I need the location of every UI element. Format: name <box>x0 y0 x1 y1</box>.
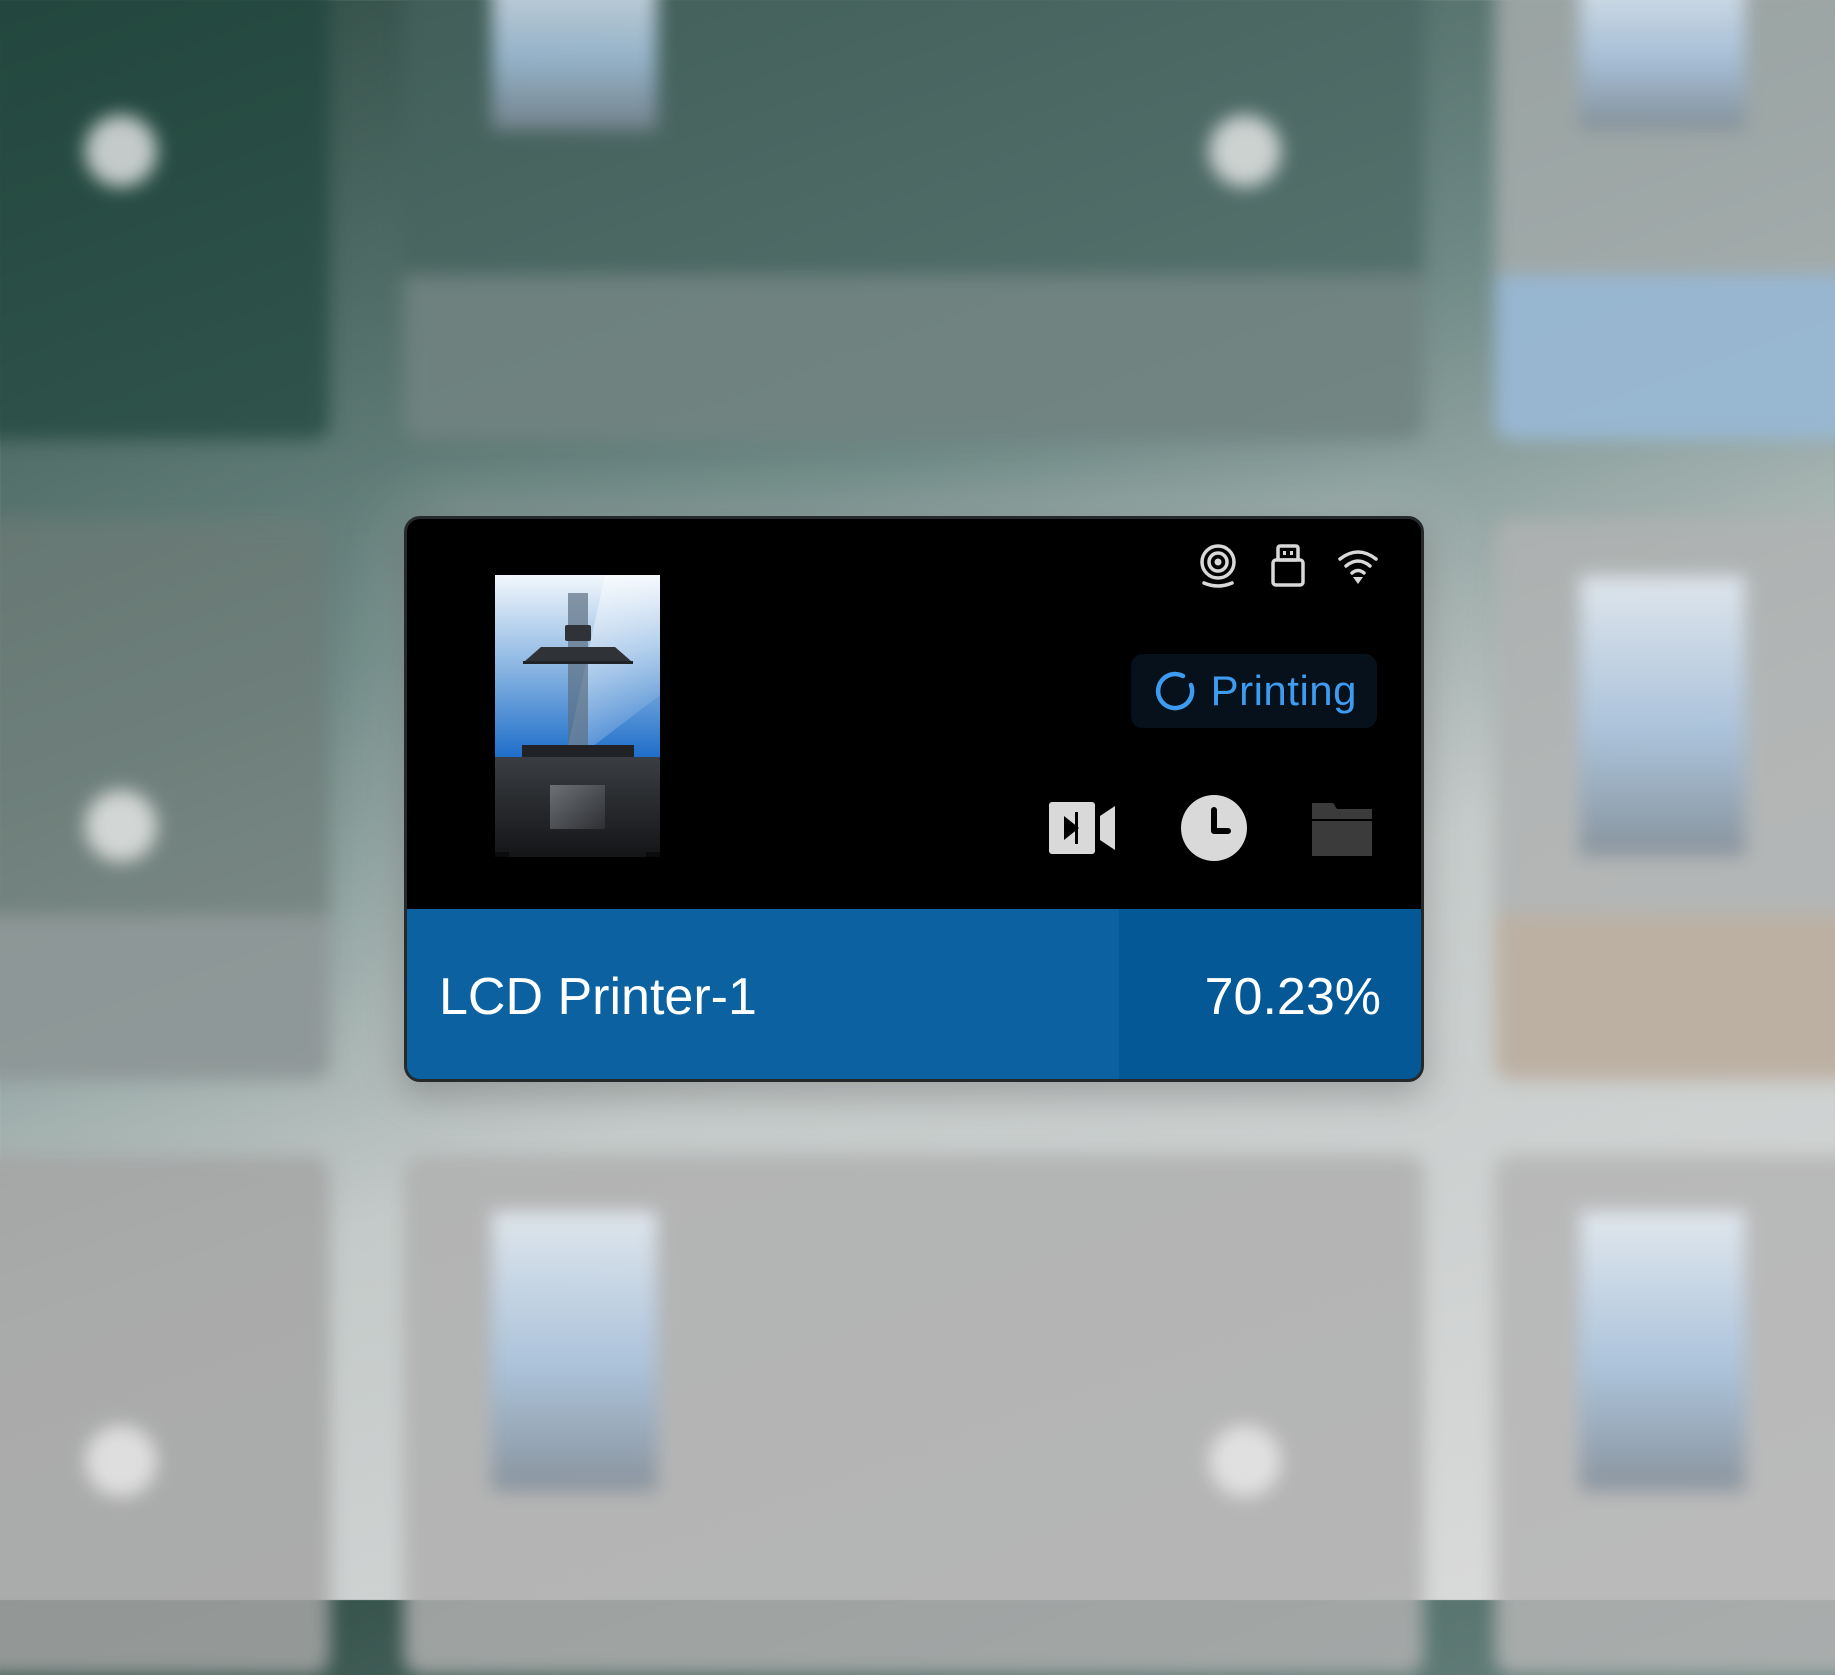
background-footer <box>0 915 330 1080</box>
background-card <box>0 520 330 1080</box>
background-card <box>0 1155 330 1675</box>
background-thumb <box>1580 576 1745 856</box>
background-card <box>1495 0 1835 440</box>
background-thumb <box>1580 1211 1745 1491</box>
background-dot <box>85 790 157 862</box>
progress-value: 70.23% <box>1204 968 1381 1026</box>
background-dot <box>85 115 157 187</box>
loading-spinner-icon <box>1155 671 1194 711</box>
folder-icon[interactable] <box>1311 799 1373 857</box>
background-footer <box>404 275 1424 440</box>
printer-card[interactable]: Printing LCD Printer-1 70.23% <box>404 516 1424 1082</box>
status-badge: Printing <box>1130 654 1377 728</box>
wifi-icon <box>1338 550 1378 584</box>
background-thumb <box>492 0 657 130</box>
background-footer <box>1495 275 1835 440</box>
background-footer <box>1495 915 1835 1080</box>
clock-icon[interactable] <box>1179 793 1249 863</box>
progress-bar: LCD Printer-1 70.23% <box>407 909 1421 1079</box>
status-text: Printing <box>1210 667 1357 714</box>
background-card <box>0 0 330 440</box>
background-card <box>1495 520 1835 1080</box>
background-thumb <box>1580 0 1745 130</box>
background-dot <box>1209 115 1281 187</box>
printer-thumbnail <box>495 575 660 857</box>
background-dot <box>1209 1425 1281 1497</box>
status-icons <box>1197 543 1379 589</box>
background-thumb <box>492 1211 657 1491</box>
background-dot <box>85 1425 157 1497</box>
video-icon[interactable] <box>1047 800 1117 856</box>
action-icons <box>1047 793 1373 863</box>
background-card <box>404 0 1424 440</box>
background-card <box>404 1155 1424 1675</box>
printer-name: LCD Printer-1 <box>439 968 757 1026</box>
webcam-icon <box>1200 544 1236 588</box>
usb-drive-icon <box>1271 544 1305 587</box>
background-card <box>1495 1155 1835 1675</box>
